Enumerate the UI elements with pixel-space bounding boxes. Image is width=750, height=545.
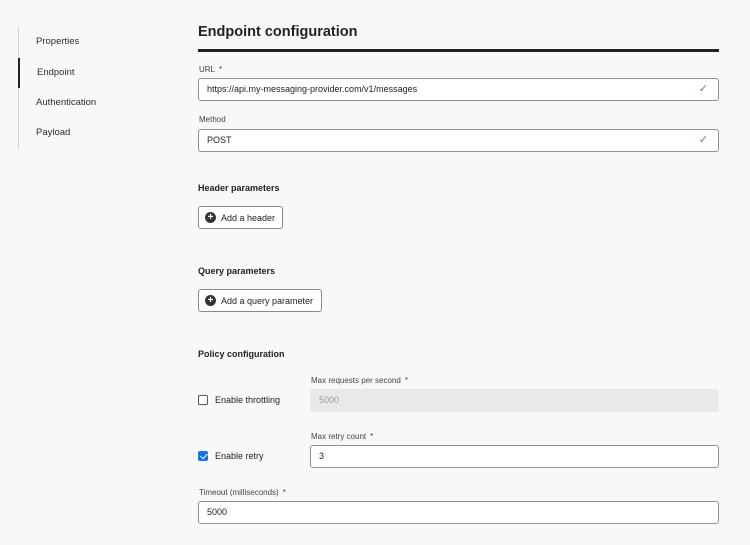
checkmark-icon: ✓: [698, 83, 708, 95]
required-marker: *: [219, 65, 223, 74]
add-query-parameter-label: Add a query parameter: [221, 295, 314, 306]
sidebar-item-endpoint[interactable]: Endpoint: [18, 58, 168, 88]
timeout-value: 5000: [207, 507, 228, 517]
url-value: https://api.my-messaging-provider.com/v1…: [207, 84, 418, 94]
add-header-button[interactable]: + Add a header: [198, 206, 283, 229]
max-retry-label: Max retry count *: [311, 432, 373, 441]
enable-throttling-label: Enable throttling: [215, 395, 281, 405]
url-label: URL *: [199, 65, 222, 74]
add-query-parameter-button[interactable]: + Add a query parameter: [198, 289, 322, 312]
sidebar-item-authentication[interactable]: Authentication: [19, 88, 169, 118]
timeout-label: Timeout (milliseconds) *: [199, 488, 286, 497]
plus-circle-icon: +: [205, 295, 216, 306]
sidebar-nav: Properties Endpoint Authentication Paylo…: [18, 27, 168, 149]
plus-circle-icon: +: [205, 212, 216, 223]
url-label-text: URL: [199, 65, 216, 74]
sidebar-item-properties[interactable]: Properties: [19, 27, 169, 57]
method-input[interactable]: POST ✓: [198, 129, 719, 152]
page-title: Endpoint configuration: [198, 24, 358, 40]
max-retry-value: 3: [319, 451, 325, 461]
query-parameters-heading: Query parameters: [198, 266, 276, 276]
max-retry-label-text: Max retry count: [311, 432, 367, 441]
enable-throttling-checkbox[interactable]: [198, 395, 208, 405]
max-requests-label: Max requests per second *: [311, 376, 408, 385]
header-parameters-heading: Header parameters: [198, 183, 280, 193]
required-marker: *: [404, 376, 408, 385]
timeout-label-text: Timeout (milliseconds): [199, 488, 279, 497]
timeout-input[interactable]: 5000: [198, 501, 719, 524]
max-retry-input[interactable]: 3: [310, 445, 719, 468]
enable-retry-checkbox[interactable]: [198, 451, 208, 461]
required-marker: *: [370, 432, 374, 441]
method-label: Method: [199, 115, 226, 124]
required-marker: *: [282, 488, 286, 497]
policy-configuration-heading: Policy configuration: [198, 349, 285, 359]
url-input[interactable]: https://api.my-messaging-provider.com/v1…: [198, 78, 719, 101]
method-value: POST: [207, 135, 232, 145]
add-header-label: Add a header: [221, 212, 276, 223]
max-requests-value: 5000: [319, 395, 340, 405]
max-requests-input: 5000: [310, 389, 719, 412]
title-divider: [198, 49, 719, 52]
max-requests-label-text: Max requests per second: [311, 376, 401, 385]
enable-retry-label: Enable retry: [215, 451, 264, 461]
checkmark-icon: ✓: [698, 134, 708, 146]
sidebar-item-payload[interactable]: Payload: [19, 118, 169, 148]
